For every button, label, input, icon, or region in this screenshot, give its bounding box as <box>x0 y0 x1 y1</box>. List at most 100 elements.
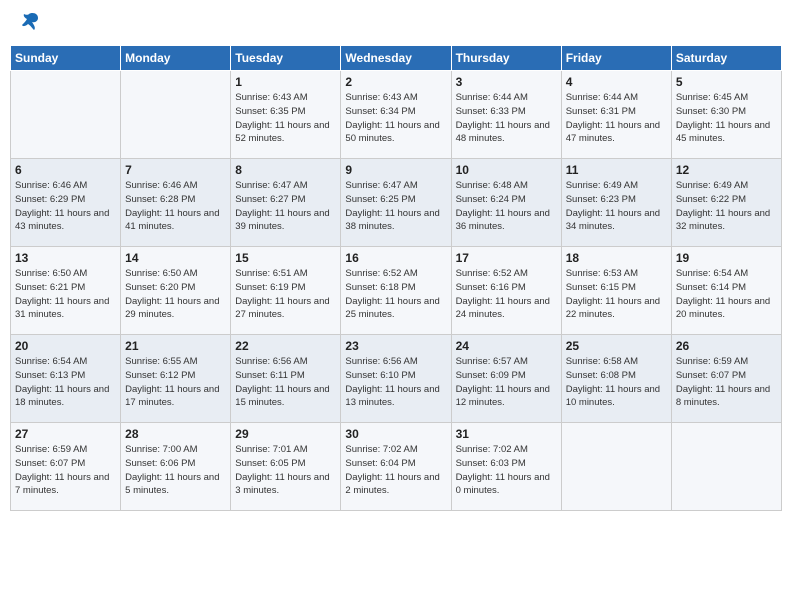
day-detail: Sunrise: 7:01 AM Sunset: 6:05 PM Dayligh… <box>235 443 336 498</box>
day-number: 6 <box>15 163 116 177</box>
calendar-cell: 18 Sunrise: 6:53 AM Sunset: 6:15 PM Dayli… <box>561 247 671 335</box>
day-number: 9 <box>345 163 446 177</box>
calendar-week-3: 13 Sunrise: 6:50 AM Sunset: 6:21 PM Dayli… <box>11 247 782 335</box>
weekday-header-wednesday: Wednesday <box>341 46 451 71</box>
day-number: 16 <box>345 251 446 265</box>
calendar-cell: 10 Sunrise: 6:48 AM Sunset: 6:24 PM Dayli… <box>451 159 561 247</box>
day-detail: Sunrise: 6:59 AM Sunset: 6:07 PM Dayligh… <box>15 443 116 498</box>
calendar-cell <box>121 71 231 159</box>
calendar-cell: 21Sunrise: 6:55 AM Sunset: 6:12 PM Dayli… <box>121 335 231 423</box>
day-number: 29 <box>235 427 336 441</box>
weekday-header-saturday: Saturday <box>671 46 781 71</box>
calendar-cell: 9 Sunrise: 6:47 AM Sunset: 6:25 PM Daylig… <box>341 159 451 247</box>
calendar-table: SundayMondayTuesdayWednesdayThursdayFrid… <box>10 45 782 511</box>
calendar-cell: 13 Sunrise: 6:50 AM Sunset: 6:21 PM Dayli… <box>11 247 121 335</box>
weekday-header-tuesday: Tuesday <box>231 46 341 71</box>
day-detail: Sunrise: 7:02 AM Sunset: 6:03 PM Dayligh… <box>456 443 557 498</box>
day-detail: Sunrise: 6:56 AM Sunset: 6:11 PM Dayligh… <box>235 355 336 410</box>
day-detail: Sunrise: 6:47 AM Sunset: 6:25 PM Dayligh… <box>345 179 446 234</box>
calendar-week-4: 20Sunrise: 6:54 AM Sunset: 6:13 PM Dayli… <box>11 335 782 423</box>
day-detail: Sunrise: 6:57 AM Sunset: 6:09 PM Dayligh… <box>456 355 557 410</box>
day-number: 17 <box>456 251 557 265</box>
day-detail: Sunrise: 6:51 AM Sunset: 6:19 PM Dayligh… <box>235 267 336 322</box>
calendar-cell: 17 Sunrise: 6:52 AM Sunset: 6:16 PM Dayli… <box>451 247 561 335</box>
day-number: 14 <box>125 251 226 265</box>
day-number: 5 <box>676 75 777 89</box>
day-number: 2 <box>345 75 446 89</box>
calendar-cell: 29 Sunrise: 7:01 AM Sunset: 6:05 PM Dayli… <box>231 423 341 511</box>
calendar-cell: 11 Sunrise: 6:49 AM Sunset: 6:23 PM Dayli… <box>561 159 671 247</box>
calendar-week-5: 27 Sunrise: 6:59 AM Sunset: 6:07 PM Dayli… <box>11 423 782 511</box>
day-number: 19 <box>676 251 777 265</box>
day-number: 11 <box>566 163 667 177</box>
day-detail: Sunrise: 6:44 AM Sunset: 6:33 PM Dayligh… <box>456 91 557 146</box>
calendar-cell: 8 Sunrise: 6:47 AM Sunset: 6:27 PM Daylig… <box>231 159 341 247</box>
calendar-cell: 27 Sunrise: 6:59 AM Sunset: 6:07 PM Dayli… <box>11 423 121 511</box>
calendar-cell: 26 Sunrise: 6:59 AM Sunset: 6:07 PM Dayli… <box>671 335 781 423</box>
calendar-cell: 4Sunrise: 6:44 AM Sunset: 6:31 PM Daylig… <box>561 71 671 159</box>
page-header <box>10 10 782 37</box>
day-detail: Sunrise: 6:49 AM Sunset: 6:23 PM Dayligh… <box>566 179 667 234</box>
day-detail: Sunrise: 6:50 AM Sunset: 6:20 PM Dayligh… <box>125 267 226 322</box>
day-detail: Sunrise: 6:49 AM Sunset: 6:22 PM Dayligh… <box>676 179 777 234</box>
day-detail: Sunrise: 6:59 AM Sunset: 6:07 PM Dayligh… <box>676 355 777 410</box>
day-number: 15 <box>235 251 336 265</box>
day-detail: Sunrise: 6:47 AM Sunset: 6:27 PM Dayligh… <box>235 179 336 234</box>
calendar-cell: 22 Sunrise: 6:56 AM Sunset: 6:11 PM Dayli… <box>231 335 341 423</box>
day-detail: Sunrise: 6:50 AM Sunset: 6:21 PM Dayligh… <box>15 267 116 322</box>
day-number: 23 <box>345 339 446 353</box>
day-detail: Sunrise: 6:52 AM Sunset: 6:16 PM Dayligh… <box>456 267 557 322</box>
calendar-cell: 20Sunrise: 6:54 AM Sunset: 6:13 PM Dayli… <box>11 335 121 423</box>
day-number: 25 <box>566 339 667 353</box>
day-number: 31 <box>456 427 557 441</box>
calendar-cell: 15 Sunrise: 6:51 AM Sunset: 6:19 PM Dayli… <box>231 247 341 335</box>
calendar-cell: 19Sunrise: 6:54 AM Sunset: 6:14 PM Dayli… <box>671 247 781 335</box>
calendar-cell: 16 Sunrise: 6:52 AM Sunset: 6:18 PM Dayli… <box>341 247 451 335</box>
calendar-cell: 23 Sunrise: 6:56 AM Sunset: 6:10 PM Dayli… <box>341 335 451 423</box>
day-number: 18 <box>566 251 667 265</box>
day-detail: Sunrise: 6:43 AM Sunset: 6:34 PM Dayligh… <box>345 91 446 146</box>
day-detail: Sunrise: 6:44 AM Sunset: 6:31 PM Dayligh… <box>566 91 667 146</box>
day-number: 20 <box>15 339 116 353</box>
calendar-cell: 30Sunrise: 7:02 AM Sunset: 6:04 PM Dayli… <box>341 423 451 511</box>
day-number: 24 <box>456 339 557 353</box>
day-detail: Sunrise: 6:45 AM Sunset: 6:30 PM Dayligh… <box>676 91 777 146</box>
day-detail: Sunrise: 6:46 AM Sunset: 6:29 PM Dayligh… <box>15 179 116 234</box>
day-detail: Sunrise: 6:48 AM Sunset: 6:24 PM Dayligh… <box>456 179 557 234</box>
day-number: 3 <box>456 75 557 89</box>
calendar-cell: 14 Sunrise: 6:50 AM Sunset: 6:20 PM Dayli… <box>121 247 231 335</box>
calendar-cell: 25 Sunrise: 6:58 AM Sunset: 6:08 PM Dayli… <box>561 335 671 423</box>
day-number: 26 <box>676 339 777 353</box>
day-number: 28 <box>125 427 226 441</box>
weekday-header-monday: Monday <box>121 46 231 71</box>
calendar-cell: 5 Sunrise: 6:45 AM Sunset: 6:30 PM Daylig… <box>671 71 781 159</box>
day-detail: Sunrise: 6:56 AM Sunset: 6:10 PM Dayligh… <box>345 355 446 410</box>
day-detail: Sunrise: 6:58 AM Sunset: 6:08 PM Dayligh… <box>566 355 667 410</box>
day-number: 7 <box>125 163 226 177</box>
day-number: 13 <box>15 251 116 265</box>
logo-bird-icon <box>18 10 40 37</box>
calendar-week-1: 1Sunrise: 6:43 AM Sunset: 6:35 PM Daylig… <box>11 71 782 159</box>
weekday-header-friday: Friday <box>561 46 671 71</box>
calendar-cell: 7Sunrise: 6:46 AM Sunset: 6:28 PM Daylig… <box>121 159 231 247</box>
day-number: 22 <box>235 339 336 353</box>
calendar-cell: 24 Sunrise: 6:57 AM Sunset: 6:09 PM Dayli… <box>451 335 561 423</box>
day-number: 27 <box>15 427 116 441</box>
day-number: 10 <box>456 163 557 177</box>
day-number: 8 <box>235 163 336 177</box>
weekday-header-thursday: Thursday <box>451 46 561 71</box>
calendar-cell: 1Sunrise: 6:43 AM Sunset: 6:35 PM Daylig… <box>231 71 341 159</box>
weekday-header-sunday: Sunday <box>11 46 121 71</box>
weekday-header-row: SundayMondayTuesdayWednesdayThursdayFrid… <box>11 46 782 71</box>
calendar-cell <box>671 423 781 511</box>
calendar-cell <box>11 71 121 159</box>
day-number: 21 <box>125 339 226 353</box>
logo <box>14 10 40 37</box>
day-detail: Sunrise: 7:02 AM Sunset: 6:04 PM Dayligh… <box>345 443 446 498</box>
day-detail: Sunrise: 6:52 AM Sunset: 6:18 PM Dayligh… <box>345 267 446 322</box>
day-detail: Sunrise: 6:43 AM Sunset: 6:35 PM Dayligh… <box>235 91 336 146</box>
calendar-cell: 3 Sunrise: 6:44 AM Sunset: 6:33 PM Daylig… <box>451 71 561 159</box>
calendar-week-2: 6 Sunrise: 6:46 AM Sunset: 6:29 PM Daylig… <box>11 159 782 247</box>
calendar-cell: 31 Sunrise: 7:02 AM Sunset: 6:03 PM Dayli… <box>451 423 561 511</box>
day-detail: Sunrise: 6:53 AM Sunset: 6:15 PM Dayligh… <box>566 267 667 322</box>
